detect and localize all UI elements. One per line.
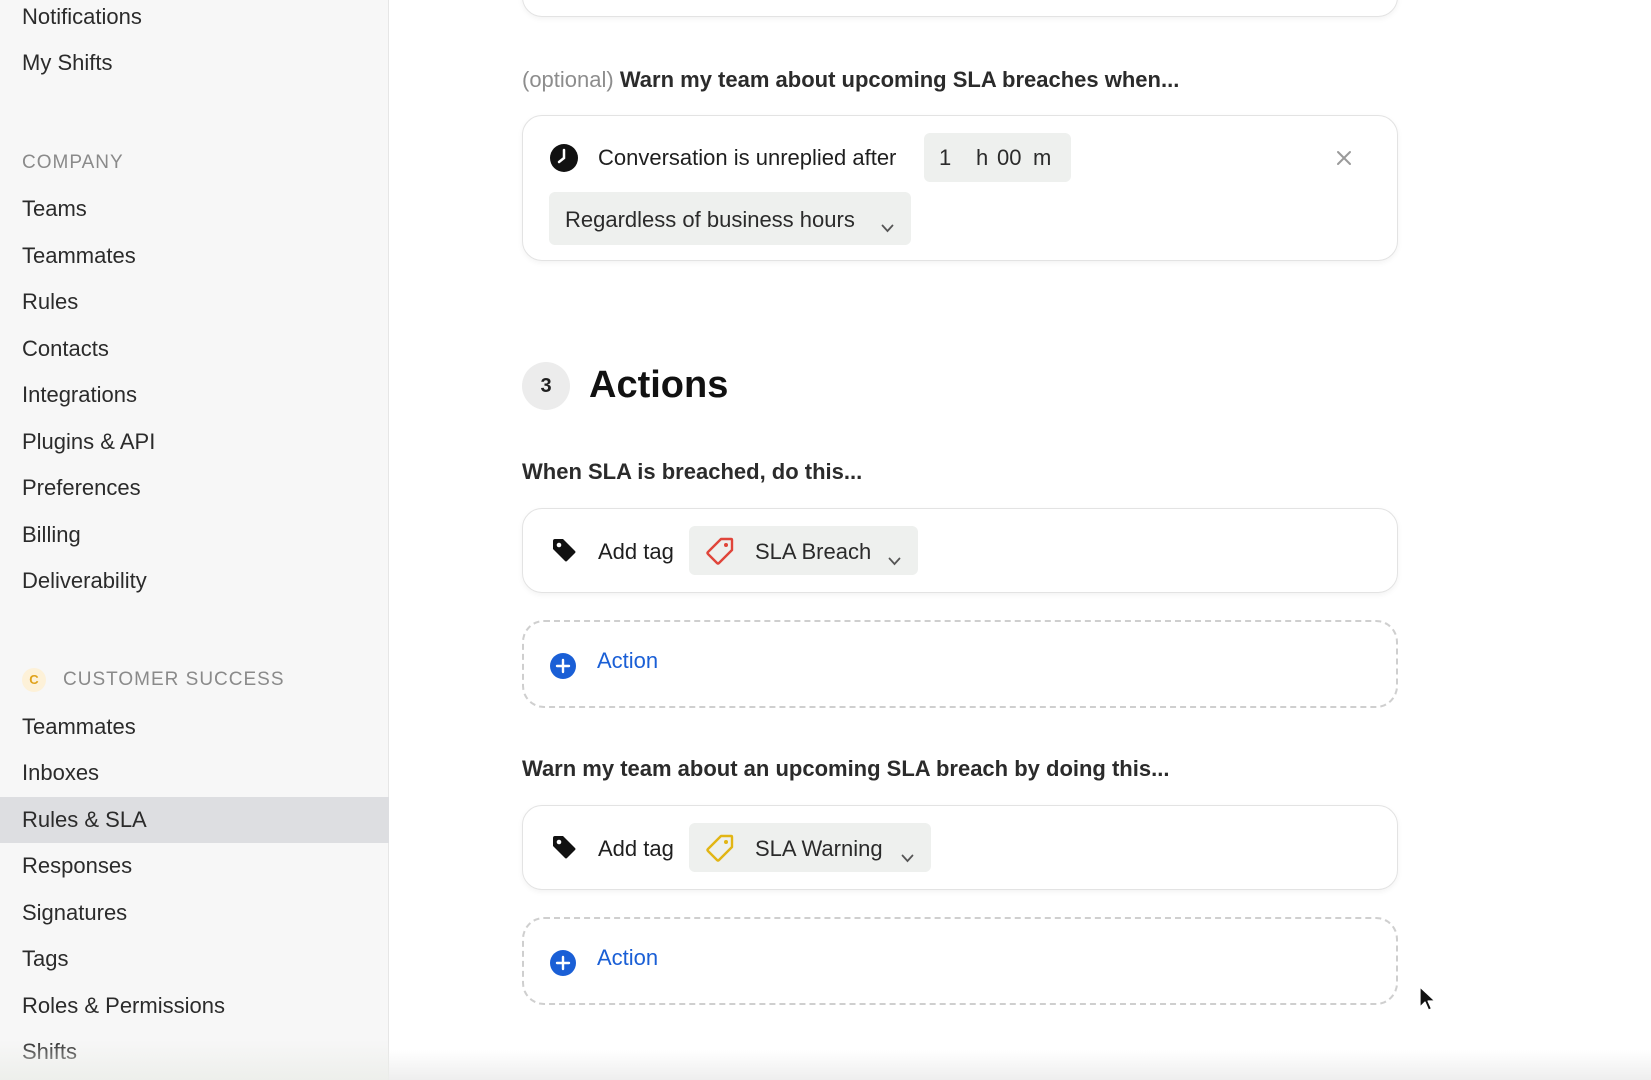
minutes-unit: m — [1033, 145, 1052, 170]
add-breach-action-button[interactable]: Action — [522, 620, 1398, 708]
sidebar-item-notifications[interactable]: Notifications — [0, 0, 389, 40]
hours-value[interactable]: 1 — [939, 145, 951, 171]
sidebar-item-rules[interactable]: Rules — [0, 279, 389, 325]
step-number-badge: 3 — [522, 362, 570, 410]
sidebar-item-teammates[interactable]: Teammates — [0, 233, 389, 279]
main-content: (optional) Warn my team about upcoming S… — [389, 0, 1651, 1080]
sidebar-bottom-fade — [0, 1040, 389, 1080]
tag-outline-icon — [705, 536, 735, 572]
previous-card — [522, 0, 1398, 17]
chevron-down-icon — [888, 546, 901, 572]
bottom-fade — [389, 1050, 1651, 1080]
sidebar-item-cs-teammates[interactable]: Teammates — [0, 704, 389, 750]
sidebar-item-my-shifts[interactable]: My Shifts — [0, 40, 389, 86]
warn-tag-select[interactable]: SLA Warning — [689, 823, 931, 872]
breach-prompt: When SLA is breached, do this... — [522, 459, 863, 484]
minutes-value[interactable]: 00 — [997, 145, 1021, 171]
sidebar-item-rules-sla[interactable]: Rules & SLA — [0, 797, 389, 843]
sidebar: Notifications My Shifts COMPANY Teams Te… — [0, 0, 389, 1080]
optional-label: (optional) — [522, 67, 614, 92]
duration-input[interactable]: 1 h 00 m — [924, 133, 1071, 182]
add-action-label[interactable]: Action — [597, 945, 658, 971]
sidebar-item-contacts[interactable]: Contacts — [0, 326, 389, 372]
close-icon[interactable] — [1335, 149, 1353, 172]
business-hours-selected: Regardless of business hours — [565, 207, 855, 232]
sidebar-item-roles-permissions[interactable]: Roles & Permissions — [0, 983, 389, 1029]
mouse-cursor-icon — [1419, 986, 1437, 1017]
breach-action-card: Add tag SLA Breach — [522, 508, 1398, 593]
sidebar-item-tags[interactable]: Tags — [0, 936, 389, 982]
warning-prompt-text: Warn my team about upcoming SLA breaches… — [619, 67, 1180, 92]
sidebar-item-billing[interactable]: Billing — [0, 512, 389, 558]
breach-tag-select[interactable]: SLA Breach — [689, 526, 918, 575]
tag-icon — [551, 537, 577, 568]
warn-action-label: Add tag — [598, 836, 674, 861]
tag-icon — [551, 834, 577, 865]
sidebar-item-inboxes[interactable]: Inboxes — [0, 750, 389, 796]
sidebar-item-teams[interactable]: Teams — [0, 186, 389, 232]
sidebar-item-preferences[interactable]: Preferences — [0, 465, 389, 511]
tag-outline-icon — [705, 833, 735, 869]
plus-circle-icon — [549, 949, 577, 982]
sidebar-item-integrations[interactable]: Integrations — [0, 372, 389, 418]
warning-prompt: (optional) Warn my team about upcoming S… — [522, 67, 1179, 93]
actions-title: Actions — [589, 364, 729, 406]
plus-circle-icon — [549, 652, 577, 685]
breach-action-label: Add tag — [598, 539, 674, 564]
workspace-badge: C — [22, 668, 46, 692]
chevron-down-icon — [881, 213, 894, 239]
sidebar-item-signatures[interactable]: Signatures — [0, 890, 389, 936]
condition-text: Conversation is unreplied after — [598, 145, 897, 170]
warn-prompt: Warn my team about an upcoming SLA breac… — [522, 756, 1170, 781]
sidebar-item-responses[interactable]: Responses — [0, 843, 389, 889]
section-label-company: COMPANY — [22, 152, 124, 173]
business-hours-select[interactable]: Regardless of business hours — [549, 192, 911, 245]
add-warn-action-button[interactable]: Action — [522, 917, 1398, 1005]
warn-tag-name: SLA Warning — [755, 836, 883, 861]
warning-condition-card: Conversation is unreplied after 1 h 00 m… — [522, 115, 1398, 261]
add-action-label[interactable]: Action — [597, 648, 658, 674]
chevron-down-icon — [901, 843, 914, 869]
breach-tag-name: SLA Breach — [755, 539, 872, 564]
warn-action-card: Add tag SLA Warning — [522, 805, 1398, 890]
clock-icon — [549, 143, 579, 178]
section-label-customer-success: CUSTOMER SUCCESS — [63, 669, 285, 690]
sidebar-item-plugins-api[interactable]: Plugins & API — [0, 419, 389, 465]
hours-unit: h — [976, 145, 989, 170]
sidebar-item-deliverability[interactable]: Deliverability — [0, 558, 389, 604]
